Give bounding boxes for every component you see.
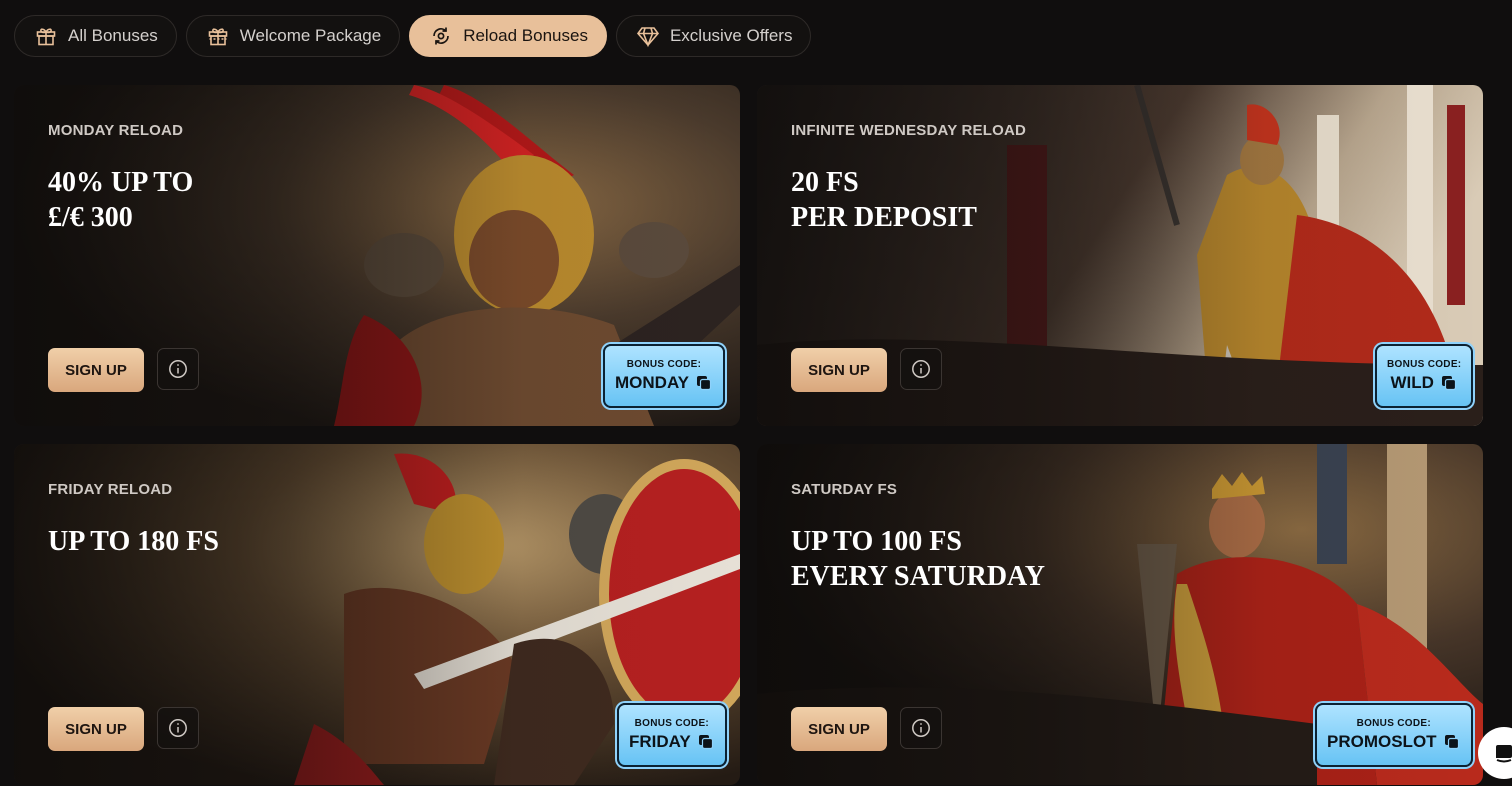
card-title-line: EVERY SATURDAY xyxy=(791,561,1045,592)
bonus-code-caption: BONUS CODE: xyxy=(634,718,710,729)
card-title: 20 FS PER DEPOSIT xyxy=(791,165,977,235)
tab-reload-bonuses[interactable]: Reload Bonuses xyxy=(409,15,607,57)
chat-launcher-button[interactable] xyxy=(1478,727,1512,779)
bonus-card-friday: Friday Reload UP TO 180 FS SIGN UP BONUS… xyxy=(14,444,740,785)
chat-icon xyxy=(1496,745,1512,763)
bonus-card-saturday: Saturday FS UP TO 100 FS EVERY SATURDAY … xyxy=(757,444,1483,785)
tab-label: Exclusive Offers xyxy=(669,26,793,45)
bonus-code-badge[interactable]: BONUS CODE: MONDAY xyxy=(603,344,725,408)
bonus-code-badge[interactable]: BONUS CODE: WILD xyxy=(1375,344,1474,408)
gift-icon xyxy=(34,24,58,48)
card-title: UP TO 180 FS xyxy=(48,524,219,559)
copy-icon[interactable] xyxy=(697,733,715,751)
bonus-code-caption: BONUS CODE: xyxy=(1387,359,1462,370)
bonus-code-badge[interactable]: BONUS CODE: PROMOSLOT xyxy=(1315,703,1473,767)
card-label: Friday Reload xyxy=(48,481,173,498)
card-label: Infinite Wednesday Reload xyxy=(791,122,1027,139)
bonus-code-value: WILD xyxy=(1390,373,1434,392)
tab-label: Welcome Package xyxy=(239,26,382,45)
info-icon xyxy=(912,360,930,378)
sign-up-button[interactable]: SIGN UP xyxy=(48,348,144,392)
sign-up-button[interactable]: SIGN UP xyxy=(791,348,887,392)
card-title-line: £/€ 300 xyxy=(48,202,133,233)
info-button[interactable] xyxy=(900,707,942,749)
copy-icon[interactable] xyxy=(695,374,713,392)
card-title: UP TO 100 FS EVERY SATURDAY xyxy=(791,524,1045,594)
card-title-line: UP TO 100 FS xyxy=(791,526,962,557)
tab-exclusive-offers[interactable]: Exclusive Offers xyxy=(615,15,812,57)
tab-label: Reload Bonuses xyxy=(463,26,588,45)
tab-welcome-package[interactable]: Welcome Package xyxy=(185,15,401,57)
diamond-icon xyxy=(636,24,660,48)
sign-up-button[interactable]: SIGN UP xyxy=(48,707,144,751)
bonus-card-wednesday: Infinite Wednesday Reload 20 FS PER DEPO… xyxy=(757,85,1483,426)
copy-icon[interactable] xyxy=(1440,374,1458,392)
reload-icon xyxy=(429,24,453,48)
tab-label: All Bonuses xyxy=(68,26,158,45)
copy-icon[interactable] xyxy=(1443,733,1461,751)
bonus-code-value: PROMOSLOT xyxy=(1327,732,1437,751)
sign-up-button[interactable]: SIGN UP xyxy=(791,707,887,751)
card-label: Saturday FS xyxy=(791,481,898,498)
bonus-filter-tabs: All Bonuses Welcome Package Reload Bonus… xyxy=(14,15,812,57)
card-label: Monday Reload xyxy=(48,122,184,139)
bonus-code-caption: BONUS CODE: xyxy=(1356,718,1431,729)
info-icon xyxy=(912,719,930,737)
info-icon xyxy=(169,360,187,378)
card-title-line: UP TO 180 FS xyxy=(48,526,219,557)
gift-box-icon xyxy=(206,24,230,48)
info-icon xyxy=(169,719,187,737)
info-button[interactable] xyxy=(157,707,199,749)
info-button[interactable] xyxy=(900,348,942,390)
bonus-code-value: MONDAY xyxy=(615,373,689,392)
info-button[interactable] xyxy=(157,348,199,390)
bonus-card-monday: Monday Reload 40% UP TO £/€ 300 SIGN UP … xyxy=(14,85,740,426)
card-title-line: PER DEPOSIT xyxy=(791,202,977,233)
card-title-line: 20 FS xyxy=(791,167,859,198)
card-title-line: 40% UP TO xyxy=(48,167,194,198)
bonus-code-value: FRIDAY xyxy=(629,732,691,751)
tab-all-bonuses[interactable]: All Bonuses xyxy=(14,15,177,57)
card-title: 40% UP TO £/€ 300 xyxy=(48,165,193,235)
bonus-code-badge[interactable]: BONUS CODE: FRIDAY xyxy=(617,703,727,767)
bonus-code-caption: BONUS CODE: xyxy=(626,359,702,370)
